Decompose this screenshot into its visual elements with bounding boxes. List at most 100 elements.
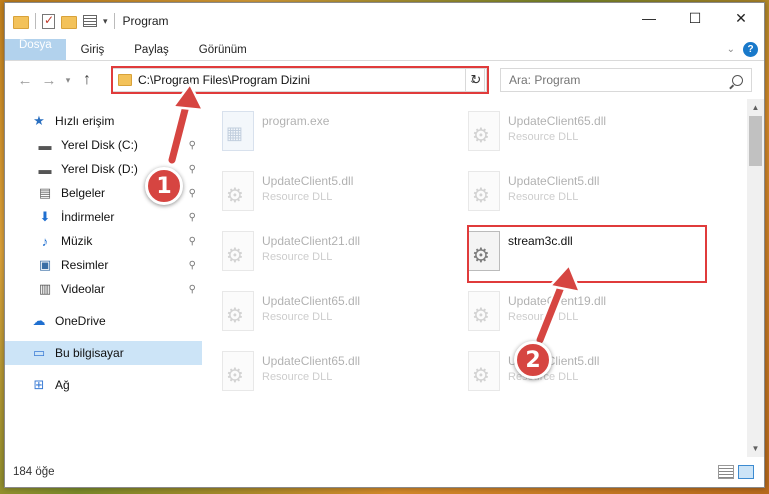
pin-icon[interactable]: ⚲ [189, 260, 196, 271]
pin-icon[interactable]: ⚲ [189, 212, 196, 223]
file-meta: UpdateClient65.dll Resource DLL [262, 351, 360, 383]
pin-icon[interactable]: ⚲ [189, 284, 196, 295]
star-icon: ★ [33, 113, 45, 128]
tiles-view-icon[interactable] [738, 465, 754, 479]
sidebar-item[interactable]: ☁ OneDrive [5, 309, 202, 333]
sidebar-item[interactable]: ▬ Yerel Disk (C:) ⚲ [5, 133, 202, 157]
step-1-badge: 1 [145, 167, 183, 205]
sidebar-item-label: Ağ [55, 378, 70, 392]
chevron-down-icon[interactable]: ▾ [103, 16, 108, 27]
ribbon-right: ⌄ ? [727, 42, 758, 57]
close-button[interactable]: ✕ [718, 3, 764, 33]
sidebar-item[interactable]: ▣ Resimler ⚲ [5, 253, 202, 277]
pin-icon[interactable]: ⚲ [189, 188, 196, 199]
search-box[interactable] [500, 68, 752, 92]
file-item[interactable]: UpdateClient19.dll Resource DLL [468, 283, 714, 343]
file-item[interactable]: UpdateClient65.dll Resource DLL [468, 103, 714, 163]
sidebar-item-label: Hızlı erişim [55, 114, 115, 128]
file-item[interactable]: UpdateClient65.dll Resource DLL [222, 343, 468, 403]
file-description: Resource DLL [262, 371, 333, 383]
scroll-down-icon[interactable]: ▼ [747, 440, 764, 457]
file-item[interactable]: program.exe [222, 103, 468, 163]
file-name: stream3c.dll [508, 234, 573, 248]
file-name: UpdateClient65.dll [262, 294, 361, 308]
file-meta: UpdateClient5.dll Resource DLL [262, 171, 353, 203]
sidebar-item[interactable]: ⊞ Ağ [5, 373, 202, 397]
cloud-icon: ☁ [32, 313, 46, 328]
network-icon: ⊞ [33, 377, 45, 392]
file-item[interactable]: UpdateClient65.dll Resource DLL [222, 283, 468, 343]
search-icon[interactable] [732, 74, 743, 86]
tab-share[interactable]: Paylaş [119, 39, 184, 60]
file-name: UpdateClient65.dll [508, 114, 607, 128]
tab-file[interactable]: Dosya [5, 39, 66, 60]
folder-icon [118, 74, 132, 86]
file-description: Resource DLL [508, 131, 579, 143]
dll-file-icon [222, 171, 254, 211]
forward-button[interactable]: → [37, 72, 61, 89]
pin-icon[interactable]: ⚲ [189, 164, 196, 175]
address-bar[interactable]: C:\Program Files\Program Dizini ⌄ [112, 68, 485, 92]
sidebar-item[interactable]: ♪ Müzik ⚲ [5, 229, 202, 253]
scroll-up-icon[interactable]: ▲ [747, 99, 764, 116]
sidebar-item[interactable]: ▭ Bu bilgisayar [5, 341, 202, 365]
tab-view[interactable]: Görünüm [184, 39, 262, 60]
details-view-icon[interactable] [718, 465, 734, 479]
file-description: Resource DLL [508, 191, 579, 203]
content-area: ★ Hızlı erişim ▬ Yerel Disk (C:) ⚲ ▬ Yerel Dis… [5, 99, 764, 457]
vertical-scrollbar[interactable]: ▲ ▼ [747, 99, 764, 457]
dll-file-icon [222, 231, 254, 271]
sidebar-item[interactable]: ★ Hızlı erişim [5, 109, 202, 133]
file-meta: UpdateClient65.dll Resource DLL [262, 291, 360, 323]
file-meta: stream3c.dll [508, 231, 573, 251]
file-item[interactable]: UpdateClient5.dllResource DLL [468, 163, 714, 223]
file-item[interactable]: UpdateClient5.dll Resource DLL [222, 163, 468, 223]
file-description: Resource DLL [262, 191, 333, 203]
file-meta: UpdateClient19.dll Resource DLL [508, 291, 606, 323]
refresh-button[interactable]: ↻ [465, 68, 487, 92]
sidebar-item-label: İndirmeler [61, 210, 115, 224]
view-buttons [718, 465, 754, 479]
pictures-icon: ▣ [38, 257, 52, 272]
application-icon [222, 111, 254, 151]
divider [113, 13, 115, 29]
search-input[interactable] [509, 73, 709, 87]
minimize-button[interactable]: — [626, 3, 672, 33]
scroll-thumb[interactable] [749, 116, 762, 166]
back-button[interactable]: ← [13, 72, 37, 89]
up-button[interactable]: ↑ [75, 71, 99, 89]
sidebar-item-label: Belgeler [61, 186, 106, 200]
divider [35, 13, 36, 29]
properties-check-icon[interactable] [42, 13, 55, 29]
sidebar-item[interactable]: ⬇ İndirmeler ⚲ [5, 205, 202, 229]
file-item[interactable]: UpdateClient21.dll Resource DLL [222, 223, 468, 283]
dll-file-icon [468, 351, 500, 391]
file-item[interactable]: UpdateClient5.dllResource DLL [468, 343, 714, 403]
help-icon[interactable]: ? [743, 42, 758, 57]
window-title: Program [122, 14, 169, 28]
file-name: program.exe [262, 114, 330, 128]
folder-icon [13, 15, 29, 29]
new-folder-icon[interactable] [61, 15, 77, 29]
file-name: UpdateClient65.dll [262, 354, 361, 368]
address-path[interactable]: C:\Program Files\Program Dizini [138, 73, 462, 87]
dll-file-icon [468, 171, 500, 211]
maximize-button[interactable]: ☐ [672, 3, 718, 33]
pin-icon[interactable]: ⚲ [189, 236, 196, 247]
computer-icon: ▭ [32, 345, 46, 360]
sidebar-item[interactable]: ▥ Videolar ⚲ [5, 277, 202, 301]
dll-file-icon [468, 291, 500, 331]
recent-locations-icon[interactable]: ▾ [61, 75, 75, 86]
sidebar-item-label: OneDrive [55, 314, 106, 328]
dll-file-icon [468, 231, 500, 271]
pin-icon[interactable]: ⚲ [189, 140, 196, 151]
sidebar-item-label: Videolar [61, 282, 105, 296]
customize-icon[interactable] [83, 15, 97, 27]
tab-home[interactable]: Giriş [66, 39, 120, 60]
navigation-pane: ★ Hızlı erişim ▬ Yerel Disk (C:) ⚲ ▬ Yerel Dis… [5, 99, 202, 457]
expand-ribbon-icon[interactable]: ⌄ [727, 44, 735, 55]
sidebar-item-label: Yerel Disk (C:) [61, 138, 138, 152]
dll-file-icon [222, 351, 254, 391]
file-item[interactable]: stream3c.dll [468, 223, 714, 283]
file-name: UpdateClient5.dll [262, 174, 354, 188]
